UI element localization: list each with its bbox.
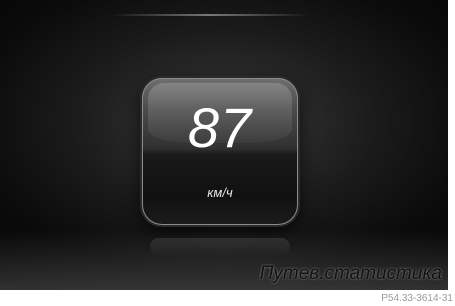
top-divider [110, 14, 310, 16]
speed-value: 87 [187, 96, 253, 159]
speed-tile: 87 км/ч [142, 78, 298, 225]
screen-title: Путев.статистика [259, 263, 442, 284]
instrument-display: 87 км/ч Путев.статистика [0, 0, 448, 290]
speed-unit: км/ч [207, 185, 233, 200]
figure-reference: P54.33-3614-31 [381, 293, 453, 304]
